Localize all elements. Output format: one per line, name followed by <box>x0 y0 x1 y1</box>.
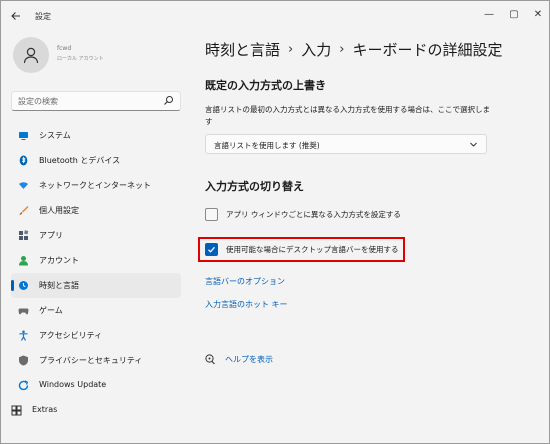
sidebar-item-label: システム <box>39 131 71 140</box>
user-name: fcwd <box>57 45 72 52</box>
back-arrow-icon[interactable] <box>9 9 23 23</box>
sidebar-item-network[interactable]: ネットワークとインターネット <box>11 173 181 198</box>
sidebar-item-extras[interactable]: Extras <box>4 398 174 423</box>
grid-icon <box>11 405 22 416</box>
search-icon <box>163 95 174 106</box>
switching-section-title: 入力方式の切り替え <box>205 180 304 193</box>
apps-icon <box>18 230 29 241</box>
network-icon <box>18 180 29 191</box>
help-label: ヘルプを表示 <box>225 355 273 364</box>
monitor-icon <box>18 130 29 141</box>
breadcrumb-input[interactable]: 入力 <box>301 39 331 60</box>
sidebar-item-windows-update[interactable]: Windows Update <box>11 373 181 398</box>
maximize-button[interactable]: ▢ <box>504 7 524 21</box>
sidebar-item-label: 個人用設定 <box>39 206 79 215</box>
desktop-language-bar-checkbox[interactable] <box>205 243 218 256</box>
chevron-down-icon <box>469 140 478 149</box>
accessibility-icon <box>18 330 29 341</box>
sidebar-item-accounts[interactable]: アカウント <box>11 248 181 273</box>
sidebar-item-label: アクセシビリティ <box>39 331 103 340</box>
gamepad-icon <box>18 305 29 316</box>
sidebar-item-bluetooth[interactable]: Bluetooth とデバイス <box>11 148 181 173</box>
per-app-input-row: アプリ ウィンドウごとに異なる入力方式を設定する <box>205 208 401 221</box>
update-icon <box>18 380 29 391</box>
sidebar-nav: システム Bluetooth とデバイス ネットワークとインターネット 個人用設… <box>11 123 181 423</box>
override-section-title: 既定の入力方式の上書き <box>205 79 326 92</box>
minimize-button[interactable]: — <box>479 7 499 21</box>
sidebar-item-gaming[interactable]: ゲーム <box>11 298 181 323</box>
sidebar-item-accessibility[interactable]: アクセシビリティ <box>11 323 181 348</box>
language-bar-options-link[interactable]: 言語バーのオプション <box>205 276 285 287</box>
dropdown-selected-value: 言語リストを使用します (推奨) <box>214 141 320 150</box>
sidebar-item-label: ゲーム <box>39 306 63 315</box>
breadcrumb-separator: › <box>288 42 294 57</box>
breadcrumb: 時刻と言語 › 入力 › キーボードの詳細設定 <box>205 39 502 60</box>
globe-clock-icon <box>18 280 29 291</box>
sidebar-item-time-language[interactable]: 時刻と言語 <box>11 273 181 298</box>
sidebar-item-personalization[interactable]: 個人用設定 <box>11 198 181 223</box>
sidebar-item-label: Extras <box>32 405 58 414</box>
sidebar-item-privacy[interactable]: プライバシーとセキュリティ <box>11 348 181 373</box>
checkmark-icon <box>208 246 215 253</box>
breadcrumb-time-language[interactable]: 時刻と言語 <box>205 39 280 60</box>
search-placeholder: 設定の検索 <box>18 97 58 106</box>
brush-icon <box>18 205 29 216</box>
sidebar-item-label: Windows Update <box>39 380 107 389</box>
sidebar-item-label: アカウント <box>39 256 79 265</box>
search-input[interactable]: 設定の検索 <box>11 91 181 111</box>
help-link[interactable]: ヘルプを表示 <box>205 354 273 365</box>
avatar[interactable] <box>13 37 49 73</box>
shield-icon <box>18 355 29 366</box>
per-app-input-label: アプリ ウィンドウごとに異なる入力方式を設定する <box>226 210 401 219</box>
input-method-dropdown[interactable]: 言語リストを使用します (推奨) <box>205 134 487 154</box>
settings-window: 設定 — ▢ ✕ fcwd ローカル アカウント 設定の検索 システム Blue… <box>0 0 550 444</box>
desktop-language-bar-row: 使用可能な場合にデスクトップ言語バーを使用する <box>205 243 399 256</box>
override-description: 言語リストの最初の入力方式とは異なる入力方式を使用する場合は、ここで選択します <box>205 105 490 126</box>
sidebar-item-label: Bluetooth とデバイス <box>39 156 121 165</box>
bluetooth-icon <box>18 155 29 166</box>
app-title: 設定 <box>35 12 51 21</box>
active-indicator <box>11 280 14 291</box>
title-bar: 設定 — ▢ ✕ <box>1 1 549 31</box>
desktop-language-bar-label: 使用可能な場合にデスクトップ言語バーを使用する <box>226 245 399 254</box>
sidebar-item-label: ネットワークとインターネット <box>39 181 151 190</box>
sidebar-item-system[interactable]: システム <box>11 123 181 148</box>
sidebar-item-label: アプリ <box>39 231 63 240</box>
user-account-type: ローカル アカウント <box>57 56 104 62</box>
close-button[interactable]: ✕ <box>528 7 548 21</box>
sidebar-item-apps[interactable]: アプリ <box>11 223 181 248</box>
account-icon <box>18 255 29 266</box>
breadcrumb-separator: › <box>339 42 345 57</box>
person-icon <box>23 47 39 64</box>
sidebar-item-label: プライバシーとセキュリティ <box>39 356 143 365</box>
per-app-input-checkbox[interactable] <box>205 208 218 221</box>
page-title: キーボードの詳細設定 <box>352 41 503 59</box>
input-language-hotkeys-link[interactable]: 入力言語のホット キー <box>205 299 288 310</box>
sidebar-item-label: 時刻と言語 <box>39 281 79 290</box>
help-chat-icon <box>205 354 216 365</box>
